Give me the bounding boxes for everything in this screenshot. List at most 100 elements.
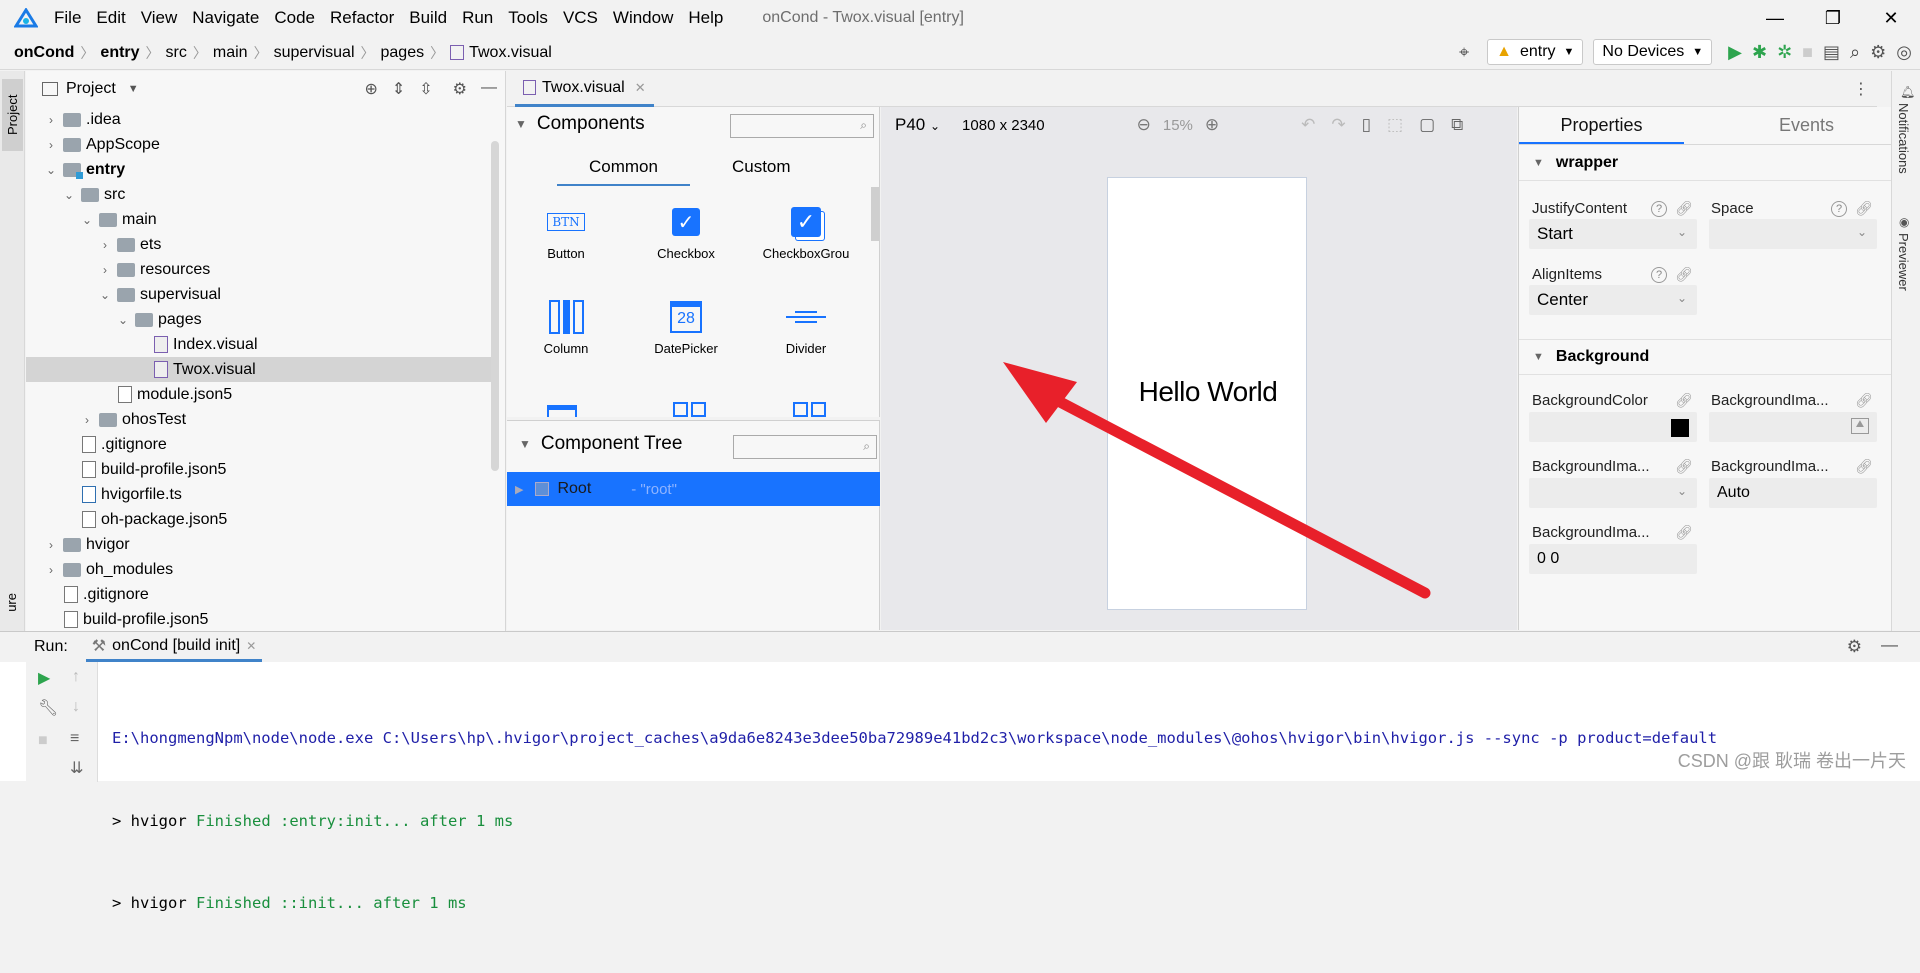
background-image-repeat-field[interactable]: Auto [1709, 478, 1877, 508]
tab-custom[interactable]: Custom [732, 157, 791, 186]
tree-item[interactable]: › resources [26, 257, 496, 282]
chevron-right-icon[interactable]: › [80, 413, 94, 427]
run-tab[interactable]: ⚒ onCond [build init] ✕ [85, 632, 263, 662]
image-picker-icon[interactable]: ⛰ [1851, 418, 1869, 434]
rerun-icon[interactable]: ▶ [38, 668, 50, 688]
breadcrumb-pages[interactable]: pages [381, 44, 425, 62]
chevron-down-icon[interactable]: ▼ [128, 83, 139, 95]
link-icon[interactable]: 🔗︎ [1675, 524, 1693, 541]
hide-icon[interactable]: — [481, 79, 497, 99]
link-icon[interactable]: 🔗︎ [1675, 200, 1693, 217]
link-icon[interactable]: 🔗︎ [1675, 392, 1693, 409]
menu-view[interactable]: View [141, 8, 178, 28]
tree-item[interactable]: .gitignore [26, 432, 496, 457]
link-icon[interactable]: 🔗︎ [1675, 458, 1693, 475]
project-header-label[interactable]: Project [66, 80, 116, 98]
scroll-down-icon[interactable]: ↓ [72, 698, 80, 716]
background-image-field[interactable]: ⛰ [1709, 412, 1877, 442]
link-icon[interactable]: 🔗︎ [1855, 200, 1873, 217]
structure-tool-tab[interactable]: ure [4, 593, 19, 612]
expand-arrow-icon[interactable]: ▶ [515, 483, 523, 496]
align-items-select[interactable]: Center ⌄ [1529, 285, 1697, 315]
help-icon[interactable]: ? [1831, 201, 1847, 217]
link-icon[interactable]: 🔗︎ [1675, 266, 1693, 283]
close-tab-icon[interactable]: ✕ [246, 639, 256, 653]
tree-item[interactable]: oh-package.json5 [26, 507, 496, 532]
component-button[interactable]: BTN Button [511, 202, 621, 261]
breadcrumb-supervisual[interactable]: supervisual [274, 44, 355, 62]
chevron-down-icon[interactable]: ▼ [519, 437, 531, 451]
menu-navigate[interactable]: Navigate [192, 8, 259, 28]
notifications-tool-tab[interactable]: Notifications [1896, 103, 1911, 174]
tree-item[interactable]: hvigorfile.ts [26, 482, 496, 507]
close-icon[interactable]: ✕ [1862, 0, 1920, 36]
breadcrumb-src[interactable]: src [166, 44, 187, 62]
component-checkbox-group[interactable]: ✓ CheckboxGrou [751, 202, 861, 261]
components-search-input[interactable]: ⌕ [730, 114, 874, 138]
settings-icon[interactable]: ⚙ [1870, 42, 1886, 63]
search-icon[interactable]: ⌕ [1850, 42, 1860, 63]
project-tool-tab[interactable]: Project [2, 79, 23, 151]
component-checkbox[interactable]: ✓ Checkbox [631, 202, 741, 261]
module-select[interactable]: ▲ entry ▼ [1487, 39, 1584, 65]
attach-debugger-icon[interactable]: ✲ [1777, 42, 1792, 63]
close-tab-icon[interactable]: ✕ [635, 80, 646, 96]
menu-window[interactable]: Window [613, 8, 673, 28]
tree-item[interactable]: Index.visual [26, 332, 496, 357]
scroll-up-icon[interactable]: ↑ [72, 668, 80, 686]
tree-item[interactable]: › hvigor [26, 532, 496, 557]
component-divider[interactable]: Divider [751, 297, 861, 356]
run-icon[interactable]: ▶ [1728, 42, 1742, 63]
debug-icon[interactable]: ✱ [1752, 42, 1767, 63]
previewer-tool-tab[interactable]: Previewer [1896, 233, 1911, 291]
chevron-down-icon[interactable]: ⌄ [80, 213, 94, 227]
tree-item[interactable]: › oh_modules [26, 557, 496, 582]
tree-node-root[interactable]: ▶ Root - "root" [507, 472, 880, 506]
menu-file[interactable]: File [54, 8, 81, 28]
component-column[interactable]: Column [511, 297, 621, 356]
gear-icon[interactable]: ⚙ [453, 79, 467, 99]
chevron-right-icon[interactable]: › [44, 563, 58, 577]
menu-vcs[interactable]: VCS [563, 8, 598, 28]
menu-tools[interactable]: Tools [508, 8, 548, 28]
tree-item[interactable]: build-profile.json5 [26, 457, 496, 482]
target-icon[interactable]: ⌖ [1459, 42, 1469, 63]
background-color-field[interactable] [1529, 412, 1697, 442]
menu-run[interactable]: Run [462, 8, 493, 28]
tree-item[interactable]: › AppScope [26, 132, 496, 157]
breadcrumb-main[interactable]: main [213, 44, 248, 62]
breadcrumb-project[interactable]: onCond [14, 44, 74, 62]
menu-edit[interactable]: Edit [96, 8, 125, 28]
section-background[interactable]: ▼ Background [1519, 339, 1892, 375]
tree-item[interactable]: ⌄ entry [26, 157, 496, 182]
tree-item[interactable]: .gitignore [26, 582, 496, 607]
restore-icon[interactable]: ❐ [1804, 0, 1862, 36]
expand-all-icon[interactable]: ⇕ [392, 79, 405, 99]
editor-tab-twox[interactable]: Twox.visual ✕ [515, 71, 654, 107]
stop-icon[interactable]: ■ [1802, 42, 1813, 63]
project-scrollbar[interactable] [491, 141, 499, 471]
link-icon[interactable]: 🔗︎ [1855, 392, 1873, 409]
space-select[interactable]: ⌄ [1709, 219, 1877, 249]
collapse-all-icon[interactable]: ⇳ [419, 79, 432, 99]
breadcrumb-file[interactable]: Twox.visual [469, 44, 552, 62]
account-icon[interactable]: ◎ [1896, 42, 1912, 63]
justify-content-select[interactable]: Start ⌄ [1529, 219, 1697, 249]
tree-item[interactable]: build-profile.json5 [26, 607, 496, 632]
tree-item[interactable]: › ets [26, 232, 496, 257]
menu-help[interactable]: Help [688, 8, 723, 28]
help-icon[interactable]: ? [1651, 267, 1667, 283]
chevron-right-icon[interactable]: › [98, 263, 112, 277]
help-icon[interactable]: ? [1651, 201, 1667, 217]
hide-icon[interactable]: — [1881, 635, 1898, 655]
chevron-down-icon[interactable]: ⌄ [44, 163, 58, 177]
tree-item[interactable]: module.json5 [26, 382, 496, 407]
link-icon[interactable]: 🔗︎ [1855, 458, 1873, 475]
tab-properties[interactable]: Properties [1519, 107, 1684, 144]
tree-item[interactable]: › ohosTest [26, 407, 496, 432]
chevron-right-icon[interactable]: › [98, 238, 112, 252]
tab-events[interactable]: Events [1724, 107, 1889, 144]
chevron-right-icon[interactable]: › [44, 138, 58, 152]
color-swatch[interactable] [1671, 419, 1689, 437]
background-image-size-select[interactable]: ⌄ [1529, 478, 1697, 508]
